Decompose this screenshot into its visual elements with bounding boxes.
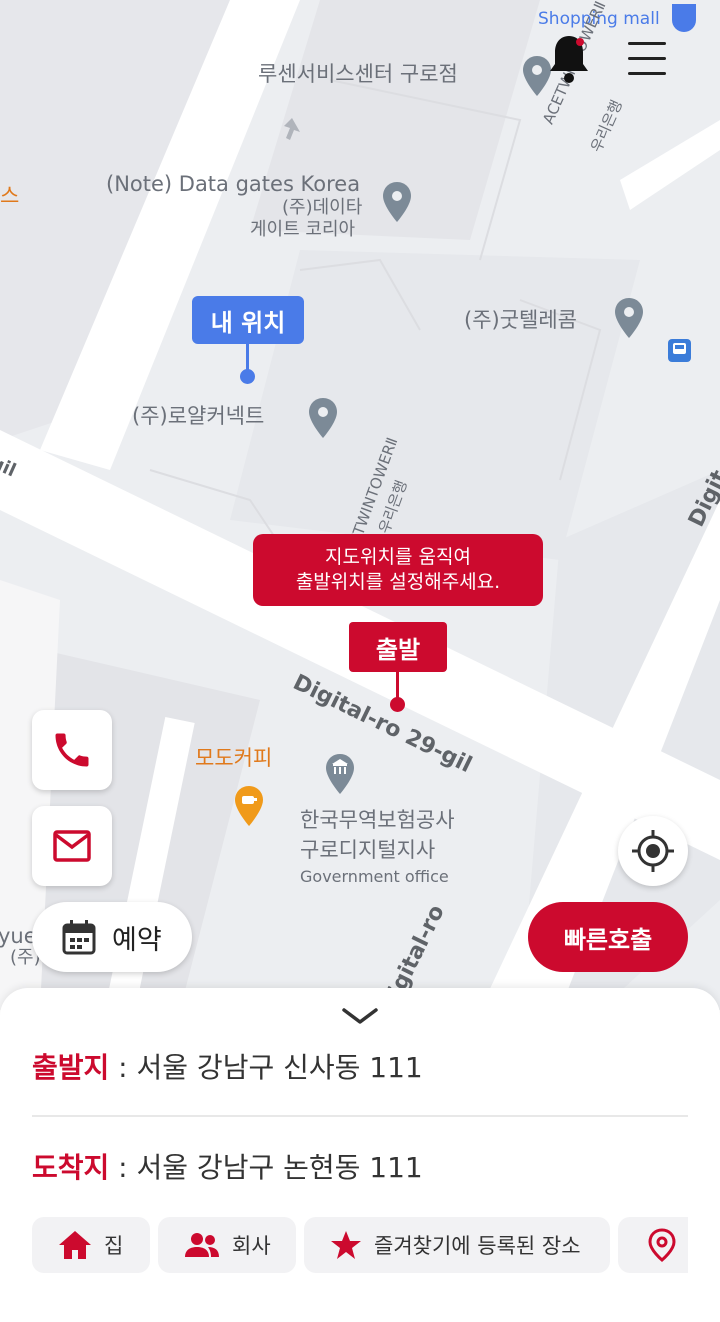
star-icon xyxy=(331,1231,361,1259)
home-icon xyxy=(59,1231,91,1259)
chip-favorites-label: 즐겨찾기에 등록된 장소 xyxy=(374,1234,581,1258)
cafe-pin-icon[interactable] xyxy=(232,784,266,828)
chip-home[interactable]: 집 xyxy=(32,1217,150,1273)
destination-value: 서울 강남구 논현동 111 xyxy=(136,1151,423,1184)
reserve-label: 예약 xyxy=(112,924,162,956)
poi-pin-icon[interactable] xyxy=(380,180,414,224)
divider xyxy=(32,1115,688,1117)
bell-icon[interactable] xyxy=(546,30,592,86)
poi-kortrade1-label: 한국무역보험공사 xyxy=(300,808,455,832)
hamburger-menu-icon[interactable] xyxy=(624,40,670,78)
calendar-icon xyxy=(62,920,96,955)
map-view[interactable]: Shopping mall 루센서비스센터 구로점 (Note) Data ga… xyxy=(0,0,720,1010)
chip-home-label: 집 xyxy=(104,1234,124,1258)
chip-favorites[interactable]: 즐겨찾기에 등록된 장소 xyxy=(304,1217,610,1273)
reserve-button[interactable]: 예약 xyxy=(32,902,192,972)
poi-pin-icon[interactable] xyxy=(612,296,646,340)
poi-datagates-ko1-label: (주)데이타 xyxy=(282,197,363,218)
origin-separator: : xyxy=(109,1051,137,1084)
message-button[interactable] xyxy=(32,806,112,886)
poi-pin-icon[interactable] xyxy=(306,396,340,440)
people-icon xyxy=(185,1233,219,1257)
chip-company-label: 회사 xyxy=(232,1234,271,1258)
poi-goodtel-label: (주)굿텔레콤 xyxy=(464,308,577,332)
poi-datagates-ko2-label: 게이트 코리아 xyxy=(250,219,356,240)
start-marker-dot xyxy=(390,697,405,712)
call-button[interactable] xyxy=(32,710,112,790)
chip-company[interactable]: 회사 xyxy=(158,1217,296,1273)
destination-separator: : xyxy=(109,1151,137,1184)
origin-label: 출발지 xyxy=(32,1051,110,1084)
chevron-down-icon[interactable] xyxy=(342,1006,378,1026)
origin-value: 서울 강남구 신사동 111 xyxy=(136,1051,423,1084)
poi-kortrade2-label: 구로디지털지사 xyxy=(300,838,436,862)
bottom-sheet: 출발지 : 서울 강남구 신사동 111 도착지 : 서울 강남구 논현동 11… xyxy=(0,988,720,1322)
poi-left-edge-label: 스 xyxy=(0,184,20,208)
poi-modo-label: 모도커피 xyxy=(195,746,273,770)
my-location-dot xyxy=(240,369,255,384)
my-location-tag: 내 위치 xyxy=(192,296,304,344)
quick-call-button[interactable]: 빠른호출 xyxy=(528,902,688,972)
phone-icon xyxy=(55,733,89,767)
start-marker-line xyxy=(396,672,399,700)
chip-place[interactable] xyxy=(618,1217,688,1273)
location-pin-icon xyxy=(648,1228,676,1262)
mail-icon xyxy=(53,830,91,862)
bus-stop-icon[interactable] xyxy=(668,339,691,362)
poi-datagates-en-label: (Note) Data gates Korea xyxy=(106,172,361,196)
shopping-mall-icon xyxy=(672,4,696,32)
start-marker-tag[interactable]: 출발 xyxy=(349,622,447,672)
poi-royal-label: (주)로얄커넥트 xyxy=(132,404,265,428)
destination-row[interactable]: 도착지 : 서울 강남구 논현동 111 xyxy=(32,1146,423,1186)
government-pin-icon[interactable] xyxy=(323,752,357,796)
set-start-hint: 지도위치를 움직여 출발위치를 설정해주세요. xyxy=(253,534,543,606)
hint-line-2: 출발위치를 설정해주세요. xyxy=(295,571,501,593)
origin-row[interactable]: 출발지 : 서울 강남구 신사동 111 xyxy=(32,1046,423,1086)
destination-label: 도착지 xyxy=(32,1151,110,1184)
saved-places-chips: 집 회사 즐겨찾기에 등록된 장소 xyxy=(32,1217,688,1275)
current-location-button[interactable] xyxy=(618,816,688,886)
poi-gov-label: Government office xyxy=(300,867,449,886)
my-location-line xyxy=(246,344,249,372)
crosshair-icon xyxy=(632,830,674,872)
hint-line-1: 지도위치를 움직여 xyxy=(325,546,471,569)
poi-lusen-label: 루센서비스센터 구로점 xyxy=(258,62,458,86)
